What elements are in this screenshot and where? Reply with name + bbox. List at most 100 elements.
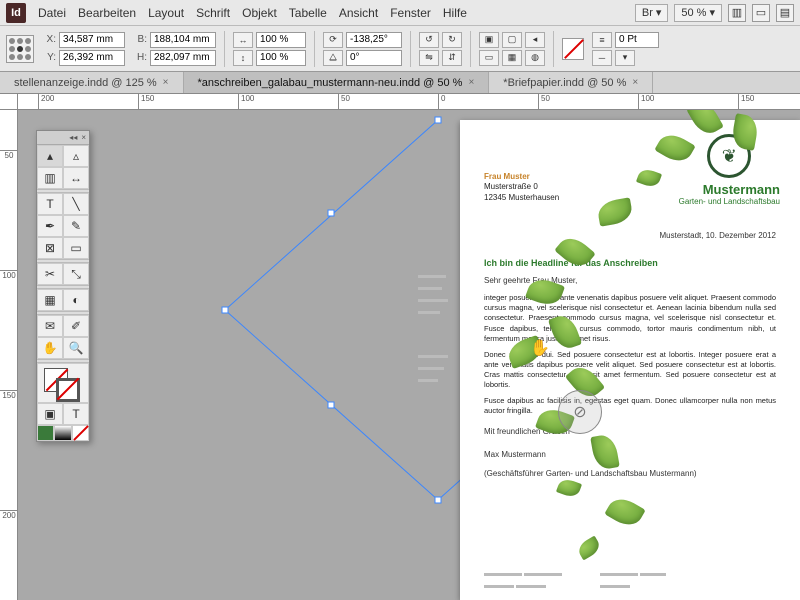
signature-title: (Geschäftsführer Garten- und Landschafts… xyxy=(484,469,776,478)
rotate-icon: ⟳ xyxy=(323,32,343,48)
selection-tool[interactable]: ▴ xyxy=(37,145,63,167)
menu-help[interactable]: Hilfe xyxy=(443,6,467,20)
apply-none[interactable] xyxy=(72,425,89,441)
scale-x-field[interactable] xyxy=(256,32,306,48)
tools-panel[interactable]: ◂◂× ▴ ▵ ▥ ↔ T ╲ ✒ ✎ ⊠ ▭ ✂ ⤡ ▦ ◐ ✉ ✐ ✋ 🔍 … xyxy=(36,130,90,442)
greeting: Sehr geehrte Frau Muster, xyxy=(484,276,776,285)
company-subtitle: Garten- und Landschaftsbau xyxy=(679,197,780,206)
ruler-origin[interactable] xyxy=(0,94,18,110)
gap-tool[interactable]: ↔ xyxy=(63,167,89,189)
apply-color[interactable] xyxy=(37,425,54,441)
footer-placeholder xyxy=(600,568,668,592)
rectangle-tool[interactable]: ▭ xyxy=(63,237,89,259)
fill-swatch[interactable] xyxy=(562,38,584,60)
stroke-weight-icon: ≡ xyxy=(592,32,612,48)
scale-y-icon: ↕ xyxy=(233,50,253,66)
wrap-bounding-icon[interactable]: ▦ xyxy=(502,50,522,66)
hand-cursor-icon: ✋ xyxy=(530,338,550,358)
shear-icon: ⧋ xyxy=(323,50,343,66)
rectangle-frame-tool[interactable]: ⊠ xyxy=(37,237,63,259)
close-icon[interactable]: × xyxy=(468,77,474,88)
menu-layout[interactable]: Layout xyxy=(148,6,184,20)
eyedropper-tool[interactable]: ✐ xyxy=(63,315,89,337)
menu-table[interactable]: Tabelle xyxy=(289,6,327,20)
arrange-icon[interactable]: ▤ xyxy=(776,4,794,22)
collapse-icon[interactable]: ◂◂ xyxy=(69,133,77,142)
width-field[interactable] xyxy=(150,32,216,48)
formatting-container-icon[interactable]: ▣ xyxy=(37,403,63,425)
flip-v-icon[interactable]: ⇵ xyxy=(442,50,462,66)
view-options-icon[interactable]: ▥ xyxy=(728,4,746,22)
reference-point[interactable] xyxy=(6,35,34,63)
close-icon[interactable]: × xyxy=(632,77,638,88)
hand-tool[interactable]: ✋ xyxy=(37,337,63,359)
scale-x-icon: ↔ xyxy=(233,32,253,48)
menu-type[interactable]: Schrift xyxy=(196,6,230,20)
wrap-shape-icon[interactable]: ◍ xyxy=(525,50,545,66)
not-allowed-icon: ⊘ xyxy=(558,390,602,434)
wrap-none-icon[interactable]: ▭ xyxy=(479,50,499,66)
zoom-level[interactable]: 50 %▾ xyxy=(674,4,722,22)
company-name: Mustermann xyxy=(679,182,780,197)
zoom-tool[interactable]: 🔍 xyxy=(63,337,89,359)
x-field[interactable] xyxy=(59,32,125,48)
shear-field[interactable] xyxy=(346,50,402,66)
rotate-ccw-icon[interactable]: ↺ xyxy=(419,32,439,48)
tab-anschreiben[interactable]: *anschreiben_galabau_mustermann-neu.indd… xyxy=(184,72,490,93)
app-icon: Id xyxy=(6,3,26,23)
menu-object[interactable]: Objekt xyxy=(242,6,277,20)
scissors-tool[interactable]: ✂ xyxy=(37,263,63,285)
control-bar: X: Y: B: H: ↔ ↕ ⟳ ⧋ ↺ ↻ ⇋ ⇵ ▣ ▢ ◂ ▭ ▦ xyxy=(0,26,800,72)
pen-tool[interactable]: ✒ xyxy=(37,215,63,237)
document-page: ❦ Mustermann Garten- und Landschaftsbau … xyxy=(460,120,800,600)
letter-headline: Ich bin die Headline für das Anschreiben xyxy=(484,258,776,268)
pencil-tool[interactable]: ✎ xyxy=(63,215,89,237)
gradient-swatch-tool[interactable]: ▦ xyxy=(37,289,63,311)
select-content-icon[interactable]: ▢ xyxy=(502,32,522,48)
tab-stellenanzeige[interactable]: stellenanzeige.indd @ 125 %× xyxy=(0,72,184,93)
close-icon[interactable]: × xyxy=(163,77,169,88)
closing: Mit freundlichen Grüßen xyxy=(484,427,776,436)
tab-briefpapier[interactable]: *Briefpapier.indd @ 50 %× xyxy=(489,72,653,93)
rotate-cw-icon[interactable]: ↻ xyxy=(442,32,462,48)
menu-bar: Id Datei Bearbeiten Layout Schrift Objek… xyxy=(0,0,800,26)
formatting-text-icon[interactable]: T xyxy=(63,403,89,425)
flip-h-icon[interactable]: ⇋ xyxy=(419,50,439,66)
menu-file[interactable]: Datei xyxy=(38,6,66,20)
type-tool[interactable]: T xyxy=(37,193,63,215)
menu-edit[interactable]: Bearbeiten xyxy=(78,6,136,20)
apply-gradient[interactable] xyxy=(54,425,71,441)
select-container-icon[interactable]: ▣ xyxy=(479,32,499,48)
menu-view[interactable]: Ansicht xyxy=(339,6,378,20)
select-prev-icon[interactable]: ◂ xyxy=(525,32,545,48)
body-text: integer posuere erat a ante venenatis da… xyxy=(484,293,776,416)
company-logo: ❦ Mustermann Garten- und Landschaftsbau xyxy=(679,134,780,206)
page-tool[interactable]: ▥ xyxy=(37,167,63,189)
close-icon[interactable]: × xyxy=(81,133,86,142)
gradient-feather-tool[interactable]: ◐ xyxy=(63,289,89,311)
stroke-weight-field[interactable] xyxy=(615,32,659,48)
height-field[interactable] xyxy=(150,50,216,66)
overset-text-icon xyxy=(418,350,450,386)
overset-text-icon xyxy=(418,270,450,318)
signature-name: Max Mustermann xyxy=(484,450,776,459)
logo-badge-icon: ❦ xyxy=(707,134,751,178)
canvas[interactable]: ❦ Mustermann Garten- und Landschaftsbau … xyxy=(18,110,800,600)
workspace-switcher[interactable]: Br▾ xyxy=(635,4,669,22)
rotate-field[interactable] xyxy=(346,32,402,48)
ruler-horizontal[interactable]: 200 150 100 50 0 50 100 150 xyxy=(18,94,800,110)
y-field[interactable] xyxy=(59,50,125,66)
fill-stroke-swatch[interactable] xyxy=(37,363,89,403)
stroke-style-icon[interactable]: ─ xyxy=(592,50,612,66)
note-tool[interactable]: ✉ xyxy=(37,315,63,337)
free-transform-tool[interactable]: ⤡ xyxy=(63,263,89,285)
document-tabs: stellenanzeige.indd @ 125 %× *anschreibe… xyxy=(0,72,800,94)
ruler-vertical[interactable]: 50 100 150 200 xyxy=(0,110,18,600)
footer-placeholder xyxy=(484,568,564,592)
scale-y-field[interactable] xyxy=(256,50,306,66)
place-date: Musterstadt, 10. Dezember 2012 xyxy=(484,231,776,240)
menu-window[interactable]: Fenster xyxy=(390,6,431,20)
screen-mode-icon[interactable]: ▭ xyxy=(752,4,770,22)
line-tool[interactable]: ╲ xyxy=(63,193,89,215)
direct-selection-tool[interactable]: ▵ xyxy=(63,145,89,167)
